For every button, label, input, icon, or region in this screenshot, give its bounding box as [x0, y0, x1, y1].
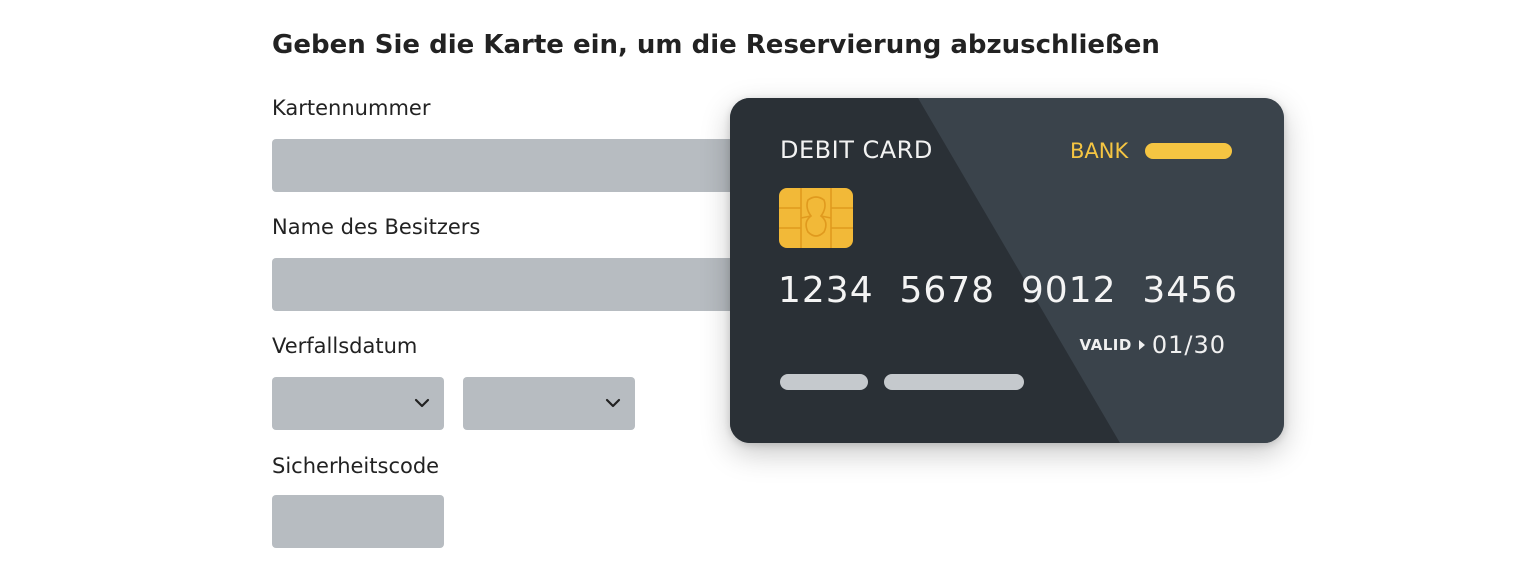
valid-thru: VALID 01/30	[1080, 331, 1226, 359]
card-placeholder-bar-long	[884, 374, 1024, 390]
page-title: Geben Sie die Karte ein, um die Reservie…	[272, 30, 1160, 60]
expiry-year-select[interactable]	[463, 377, 635, 430]
security-code-label: Sicherheitscode	[272, 454, 440, 478]
valid-label: VALID	[1079, 336, 1132, 354]
valid-date: 01/30	[1151, 331, 1226, 359]
chip-icon	[779, 188, 853, 248]
bank-label: BANK	[1070, 139, 1129, 163]
chevron-down-icon	[414, 398, 430, 408]
triangle-right-icon	[1138, 340, 1145, 350]
expiry-label: Verfallsdatum	[272, 334, 418, 358]
owner-name-label: Name des Besitzers	[272, 215, 481, 239]
debit-card-illustration: DEBIT CARD BANK 1234 5678 9012 3456 VALI…	[730, 98, 1284, 443]
card-number-group: 3456	[1142, 270, 1238, 311]
card-type-label: DEBIT CARD	[780, 136, 933, 164]
owner-name-input[interactable]	[272, 258, 742, 311]
card-placeholder-bar-short	[780, 374, 868, 390]
card-number-group: 9012	[1020, 270, 1117, 311]
chevron-down-icon	[605, 398, 621, 408]
card-number-display: 1234 5678 9012 3456	[778, 270, 1238, 311]
card-number-group: 1234	[778, 270, 874, 311]
card-number-input[interactable]	[272, 139, 742, 192]
bank-bar	[1145, 143, 1232, 159]
security-code-input[interactable]	[272, 495, 444, 548]
card-number-group: 5678	[899, 270, 996, 311]
card-number-label: Kartennummer	[272, 96, 431, 120]
expiry-month-select[interactable]	[272, 377, 444, 430]
